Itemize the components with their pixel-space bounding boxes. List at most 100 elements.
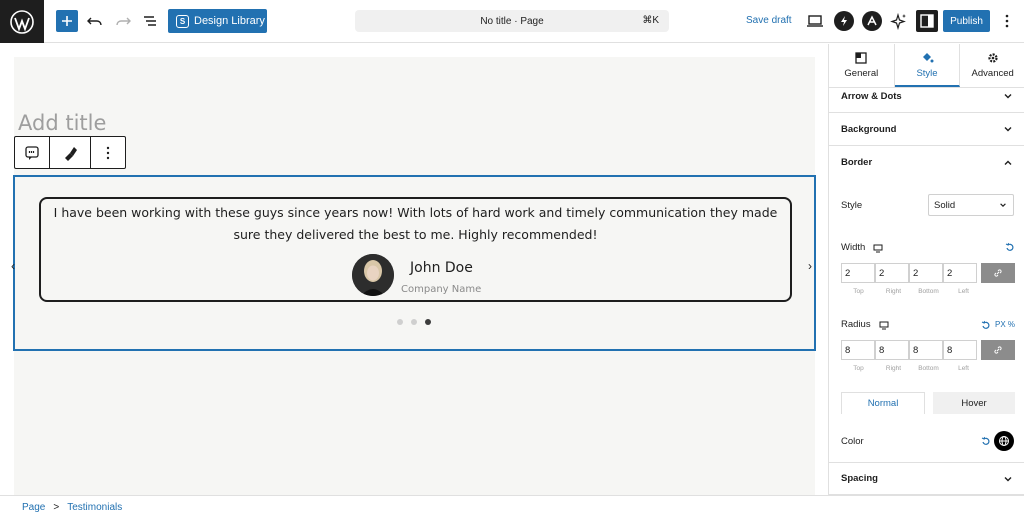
border-style-label: Style	[841, 200, 862, 211]
settings-sidebar-toggle[interactable]	[916, 10, 938, 32]
side-label-left: Left	[958, 365, 969, 372]
side-label-right: Right	[885, 288, 902, 295]
post-title-input[interactable]: Add title	[18, 111, 106, 135]
globe-icon	[999, 436, 1009, 446]
redo-icon	[116, 17, 131, 26]
undo-button[interactable]	[84, 10, 106, 32]
side-label-top: Top	[853, 288, 864, 295]
options-menu-button[interactable]	[1000, 11, 1014, 31]
panel-spacing[interactable]: Spacing	[829, 462, 1024, 495]
redo-button[interactable]	[112, 10, 134, 32]
border-style-value: Solid	[934, 199, 956, 211]
border-width-label: Width	[841, 242, 883, 253]
block-options-button[interactable]	[91, 137, 125, 168]
paint-bucket-icon	[922, 52, 933, 62]
more-vertical-icon	[106, 146, 110, 159]
design-library-icon: S	[176, 14, 189, 28]
link-width-values-button[interactable]	[981, 263, 1015, 283]
border-width-top-input[interactable]: 2	[841, 263, 875, 283]
layout-icon	[855, 52, 867, 64]
border-color-label-text: Color	[841, 436, 864, 447]
link-radius-values-button[interactable]	[981, 340, 1015, 360]
wordpress-icon	[10, 9, 34, 34]
desktop-icon[interactable]	[879, 320, 889, 330]
tab-style-label: Style	[916, 67, 938, 79]
border-width-right-input[interactable]: 2	[875, 263, 909, 283]
panel-background[interactable]: Background	[829, 113, 1024, 146]
spectra-icon	[867, 15, 877, 26]
border-color-label: Color	[841, 436, 864, 447]
panel-arrow-dots-label: Arrow & Dots	[841, 90, 902, 102]
sidebar-icon	[920, 14, 934, 28]
lightning-icon	[841, 16, 847, 26]
border-radius-bottom-input[interactable]: 8	[909, 340, 943, 360]
border-radius-left-input[interactable]: 8	[943, 340, 977, 360]
border-radius-side-labels: Top Right Bottom Left	[841, 365, 981, 372]
document-title: No title · Page	[480, 15, 544, 27]
breadcrumb-page[interactable]: Page	[22, 502, 45, 513]
spectra-plugin-button[interactable]	[862, 11, 882, 31]
panel-arrow-dots[interactable]: Arrow & Dots	[829, 80, 1024, 113]
breadcrumb-separator: >	[53, 501, 60, 513]
border-color-swatch[interactable]	[994, 431, 1014, 451]
editor-canvas: Add title ‹ › I have been working with t…	[11, 57, 816, 495]
publish-button[interactable]: Publish	[943, 10, 990, 32]
testimonial-quote: I have been working with these guys sinc…	[53, 205, 778, 242]
editor-canvas-wrapper: Add title ‹ › I have been working with t…	[0, 44, 828, 495]
reset-radius-icon[interactable]	[981, 320, 991, 330]
document-overview-button[interactable]	[139, 10, 161, 32]
ai-assistant-button[interactable]	[888, 10, 910, 32]
editor-root: S Design Library No title · Page ⌘K Save…	[0, 0, 1024, 518]
border-style-select[interactable]: Solid	[928, 194, 1014, 216]
settings-sidebar: General Style Advanced Arrow & Dots Back…	[828, 44, 1024, 495]
add-block-button[interactable]	[56, 10, 78, 32]
side-label-top: Top	[853, 365, 864, 372]
chevron-down-icon	[1000, 203, 1006, 207]
side-label-right: Right	[885, 365, 902, 372]
border-style-label-text: Style	[841, 200, 863, 211]
border-width-bottom-input[interactable]: 2	[909, 263, 943, 283]
tab-general-label: General	[844, 68, 879, 79]
reset-width-icon[interactable]	[1005, 242, 1015, 252]
border-width-left-input[interactable]: 2	[943, 263, 977, 283]
carousel-dot-3[interactable]	[425, 319, 431, 325]
border-radius-label: Radius	[841, 319, 889, 330]
sparkle-icon	[890, 12, 906, 30]
author-name: John Doe	[410, 260, 473, 276]
carousel-dot-2[interactable]	[411, 319, 417, 325]
undo-icon	[87, 17, 102, 26]
prev-arrow[interactable]: ‹	[11, 259, 15, 273]
desktop-icon[interactable]	[873, 243, 883, 253]
reset-color-icon[interactable]	[981, 436, 991, 446]
border-state-tabs: Normal Hover	[841, 392, 1015, 414]
radius-unit-selector[interactable]: PX %	[995, 320, 1015, 329]
tab-hover[interactable]: Hover	[933, 392, 1015, 414]
command-shortcut: ⌘K	[642, 15, 659, 26]
preview-button[interactable]	[804, 10, 826, 32]
border-radius-inputs: 8 8 8 8	[841, 340, 1015, 360]
lightning-plugin-button[interactable]	[834, 11, 854, 31]
breadcrumb: Page > Testimonials	[0, 495, 1024, 518]
breadcrumb-testimonials[interactable]: Testimonials	[67, 502, 122, 513]
save-draft-button[interactable]: Save draft	[746, 15, 792, 26]
desktop-icon	[807, 15, 823, 27]
block-style-button[interactable]	[50, 137, 91, 168]
border-radius-top-input[interactable]: 8	[841, 340, 875, 360]
top-toolbar: S Design Library No title · Page ⌘K Save…	[0, 0, 1024, 43]
next-arrow[interactable]: ›	[808, 259, 812, 273]
design-library-label: Design Library	[194, 15, 265, 27]
panel-background-label: Background	[841, 123, 897, 135]
block-type-button[interactable]	[15, 137, 50, 168]
testimonial-block[interactable]: ‹ › I have been working with these guys …	[11, 175, 816, 351]
more-vertical-icon	[1005, 14, 1009, 28]
tab-normal[interactable]: Normal	[841, 392, 925, 414]
wordpress-logo-button[interactable]	[0, 0, 44, 43]
design-library-button[interactable]: S Design Library	[168, 9, 267, 33]
chevron-down-icon	[1004, 127, 1012, 132]
panel-border[interactable]: Border	[829, 146, 1024, 179]
carousel-dot-1[interactable]	[397, 319, 403, 325]
chevron-up-icon	[1004, 160, 1012, 165]
border-radius-right-input[interactable]: 8	[875, 340, 909, 360]
document-title-bar[interactable]: No title · Page ⌘K	[355, 10, 669, 32]
panel-border-label: Border	[841, 157, 873, 168]
